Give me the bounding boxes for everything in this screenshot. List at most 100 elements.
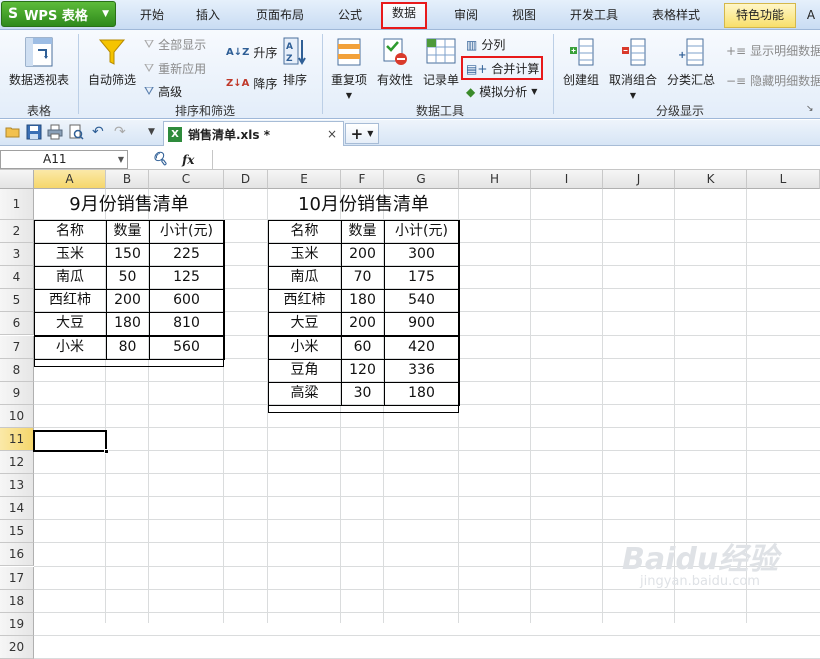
- tab-review[interactable]: 审阅: [446, 4, 486, 28]
- row-header-13[interactable]: 13: [0, 474, 34, 498]
- cell-border: [106, 312, 150, 337]
- wps-app-menu-button[interactable]: S WPS 表格 ▼: [1, 1, 116, 27]
- column-header-h[interactable]: H: [459, 170, 531, 189]
- duplicates-button[interactable]: 重复项 ▼: [328, 36, 370, 100]
- row-header-2[interactable]: 2: [0, 220, 34, 244]
- svg-text:+: +: [678, 50, 686, 61]
- row-header-4[interactable]: 4: [0, 266, 34, 290]
- chevron-down-icon: ▼: [531, 87, 538, 96]
- show-all-button[interactable]: ⛛ 全部显示: [144, 36, 206, 53]
- dialog-launcher-icon[interactable]: ↘: [806, 104, 814, 114]
- cell-border: [268, 289, 342, 314]
- tab-table-style[interactable]: 表格样式: [644, 4, 708, 28]
- column-header-j[interactable]: J: [603, 170, 675, 189]
- tab-data[interactable]: 数据: [381, 2, 427, 29]
- row-header-1[interactable]: 1: [0, 189, 34, 220]
- row-header-8[interactable]: 8: [0, 358, 34, 382]
- row-header-12[interactable]: 12: [0, 451, 34, 475]
- advanced-filter-button[interactable]: ⛛ 高级: [144, 83, 182, 100]
- cell-border: [384, 243, 460, 268]
- row-header-18[interactable]: 18: [0, 589, 34, 613]
- sort-button[interactable]: AZ 排序: [278, 36, 312, 88]
- pivot-table-button[interactable]: 数据透视表: [6, 36, 72, 88]
- sort-ascending-button[interactable]: A↓Z 升序: [226, 44, 277, 61]
- redo-icon[interactable]: ↷: [114, 124, 130, 140]
- tab-formulas[interactable]: 公式: [330, 4, 370, 28]
- group-divider: [78, 34, 79, 114]
- cell-border: [268, 243, 342, 268]
- column-header-k[interactable]: K: [675, 170, 747, 189]
- fill-handle[interactable]: [104, 449, 109, 454]
- row-header-10[interactable]: 10: [0, 404, 34, 428]
- column-header-i[interactable]: I: [531, 170, 603, 189]
- row-header-19[interactable]: 19: [0, 612, 34, 636]
- active-cell-a11[interactable]: [33, 430, 109, 454]
- row-header-5[interactable]: 5: [0, 289, 34, 313]
- oct-title: 10月份销售清单: [298, 194, 429, 215]
- show-detail-button[interactable]: +≡ 显示明细数据: [726, 42, 820, 59]
- close-tab-icon[interactable]: ×: [327, 127, 337, 141]
- tab-page-layout[interactable]: 页面布局: [248, 4, 312, 28]
- undo-icon[interactable]: ↶: [92, 124, 108, 140]
- formula-input[interactable]: [212, 150, 820, 169]
- select-all-corner[interactable]: [0, 170, 34, 189]
- chevron-down-icon[interactable]: ▼: [118, 151, 124, 168]
- row-header-20[interactable]: 20: [0, 635, 34, 659]
- tab-overflow[interactable]: A: [802, 4, 820, 28]
- row-header-16[interactable]: 16: [0, 543, 34, 567]
- cell-border: [341, 266, 385, 291]
- split-label: 分列: [481, 38, 506, 52]
- save-icon[interactable]: [26, 124, 42, 140]
- row-header-6[interactable]: 6: [0, 312, 34, 336]
- group-label-outline: 分级显示: [655, 104, 704, 118]
- cell-border: [341, 289, 385, 314]
- row-header-3[interactable]: 3: [0, 243, 34, 267]
- column-header-b[interactable]: B: [106, 170, 149, 189]
- column-header-f[interactable]: F: [341, 170, 384, 189]
- cell-border: [341, 220, 385, 245]
- open-folder-icon[interactable]: [5, 124, 21, 140]
- find-icon[interactable]: 🔍︎: [152, 152, 169, 167]
- column-header-d[interactable]: D: [224, 170, 268, 189]
- what-if-analysis-button[interactable]: ◆ 模拟分析 ▼: [466, 83, 537, 100]
- tab-developer[interactable]: 开发工具: [562, 4, 626, 28]
- tab-home[interactable]: 开始: [130, 4, 174, 28]
- row-header-15[interactable]: 15: [0, 520, 34, 544]
- watermark: Baidu经验: [622, 542, 779, 577]
- tab-insert[interactable]: 插入: [186, 4, 230, 28]
- column-header-g[interactable]: G: [384, 170, 459, 189]
- row-header-11[interactable]: 11: [0, 427, 34, 451]
- ungroup-button[interactable]: 取消组合 ▼: [606, 36, 660, 100]
- print-icon[interactable]: [47, 124, 63, 140]
- name-box[interactable]: A11 ▼: [0, 150, 128, 169]
- reapply-button[interactable]: ⛛ 重新应用: [144, 60, 206, 77]
- row-header-9[interactable]: 9: [0, 381, 34, 405]
- function-fx-icon[interactable]: fx: [182, 153, 194, 167]
- file-tab[interactable]: X 销售清单.xls * ×: [163, 121, 344, 146]
- autofilter-label: 自动筛选: [87, 73, 136, 87]
- tab-special-features[interactable]: 特色功能: [724, 3, 796, 28]
- column-header-a[interactable]: A: [34, 170, 106, 189]
- text-to-columns-button[interactable]: ▥ 分列: [466, 36, 505, 53]
- column-header-e[interactable]: E: [268, 170, 341, 189]
- cell-border: [384, 312, 460, 337]
- create-group-button[interactable]: 创建组: [560, 36, 602, 88]
- subtotal-button[interactable]: + 分类汇总: [664, 36, 718, 88]
- toolbar-customize-icon[interactable]: ▼: [148, 124, 164, 140]
- validity-button[interactable]: 有效性: [374, 36, 416, 88]
- column-header-l[interactable]: L: [747, 170, 820, 189]
- svg-text:Z: Z: [286, 54, 293, 64]
- cell-border: [268, 220, 342, 245]
- autofilter-button[interactable]: 自动筛选: [86, 36, 138, 88]
- new-tab-button[interactable]: + ▼: [345, 123, 379, 144]
- cell-border: [149, 220, 225, 245]
- hide-detail-button[interactable]: −≡ 隐藏明细数据: [726, 72, 820, 89]
- tab-view[interactable]: 视图: [504, 4, 544, 28]
- record-form-button[interactable]: 记录单: [420, 36, 462, 88]
- row-header-7[interactable]: 7: [0, 335, 34, 359]
- row-header-17[interactable]: 17: [0, 566, 34, 590]
- sort-descending-button[interactable]: Z↓A 降序: [226, 75, 277, 92]
- row-header-14[interactable]: 14: [0, 497, 34, 521]
- print-preview-icon[interactable]: [68, 124, 84, 140]
- column-header-c[interactable]: C: [149, 170, 224, 189]
